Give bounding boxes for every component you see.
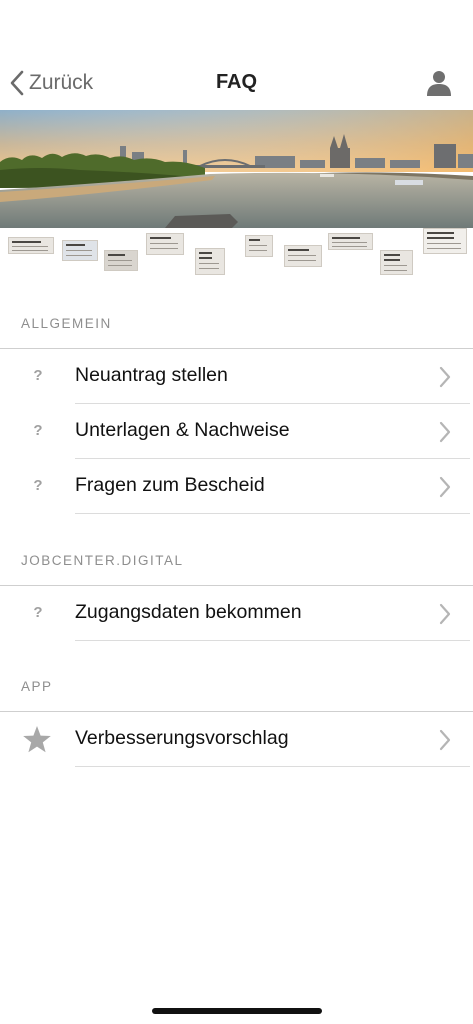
faq-group-allgemein: ? Neuantrag stellen ? Unterlagen & Nachw… (0, 348, 473, 514)
home-indicator[interactable] (152, 1008, 322, 1014)
location-cards-strip (0, 228, 473, 278)
section-header-allgemein: ALLGEMEIN (21, 316, 112, 331)
person-icon (427, 71, 451, 96)
section-header-app: APP (21, 679, 53, 694)
location-card (8, 237, 54, 254)
faq-item-label: Verbesserungsvorschlag (75, 727, 289, 749)
city-panorama-image (0, 110, 473, 228)
faq-group-app: Verbesserungsvorschlag (0, 711, 473, 767)
faq-item-label: Neuantrag stellen (75, 364, 228, 386)
faq-item-verbesserungsvorschlag[interactable]: Verbesserungsvorschlag (0, 712, 473, 767)
question-icon: ? (33, 367, 43, 384)
faq-item-label: Fragen zum Bescheid (75, 474, 265, 496)
faq-item-label: Unterlagen & Nachweise (75, 419, 290, 441)
navigation-bar: Zurück FAQ (0, 60, 473, 106)
chevron-right-icon (439, 476, 451, 498)
faq-item-label: Zugangsdaten bekommen (75, 601, 302, 623)
location-card (146, 233, 184, 255)
question-icon: ? (33, 422, 43, 439)
star-icon (23, 726, 51, 753)
faq-item-bescheid[interactable]: ? Fragen zum Bescheid (0, 459, 473, 514)
chevron-right-icon (439, 421, 451, 443)
section-header-jobcenter-digital: JOBCENTER.DIGITAL (21, 553, 184, 568)
location-card (284, 245, 322, 267)
location-card (62, 240, 98, 261)
chevron-right-icon (439, 366, 451, 388)
location-card (245, 235, 273, 257)
profile-button[interactable] (425, 69, 453, 97)
chevron-right-icon (439, 729, 451, 751)
question-icon: ? (33, 604, 43, 621)
location-card (380, 250, 413, 275)
faq-item-neuantrag[interactable]: ? Neuantrag stellen (0, 349, 473, 404)
question-icon: ? (33, 477, 43, 494)
faq-group-jobcenter-digital: ? Zugangsdaten bekommen (0, 585, 473, 641)
location-card (195, 248, 225, 275)
location-card (104, 250, 138, 271)
faq-item-unterlagen[interactable]: ? Unterlagen & Nachweise (0, 404, 473, 459)
faq-item-zugangsdaten[interactable]: ? Zugangsdaten bekommen (0, 586, 473, 641)
row-divider (75, 640, 470, 641)
row-divider (75, 766, 470, 767)
chevron-right-icon (439, 603, 451, 625)
location-card (328, 233, 373, 250)
row-divider (75, 513, 470, 514)
page-title: FAQ (215, 71, 258, 93)
location-card (423, 228, 467, 254)
